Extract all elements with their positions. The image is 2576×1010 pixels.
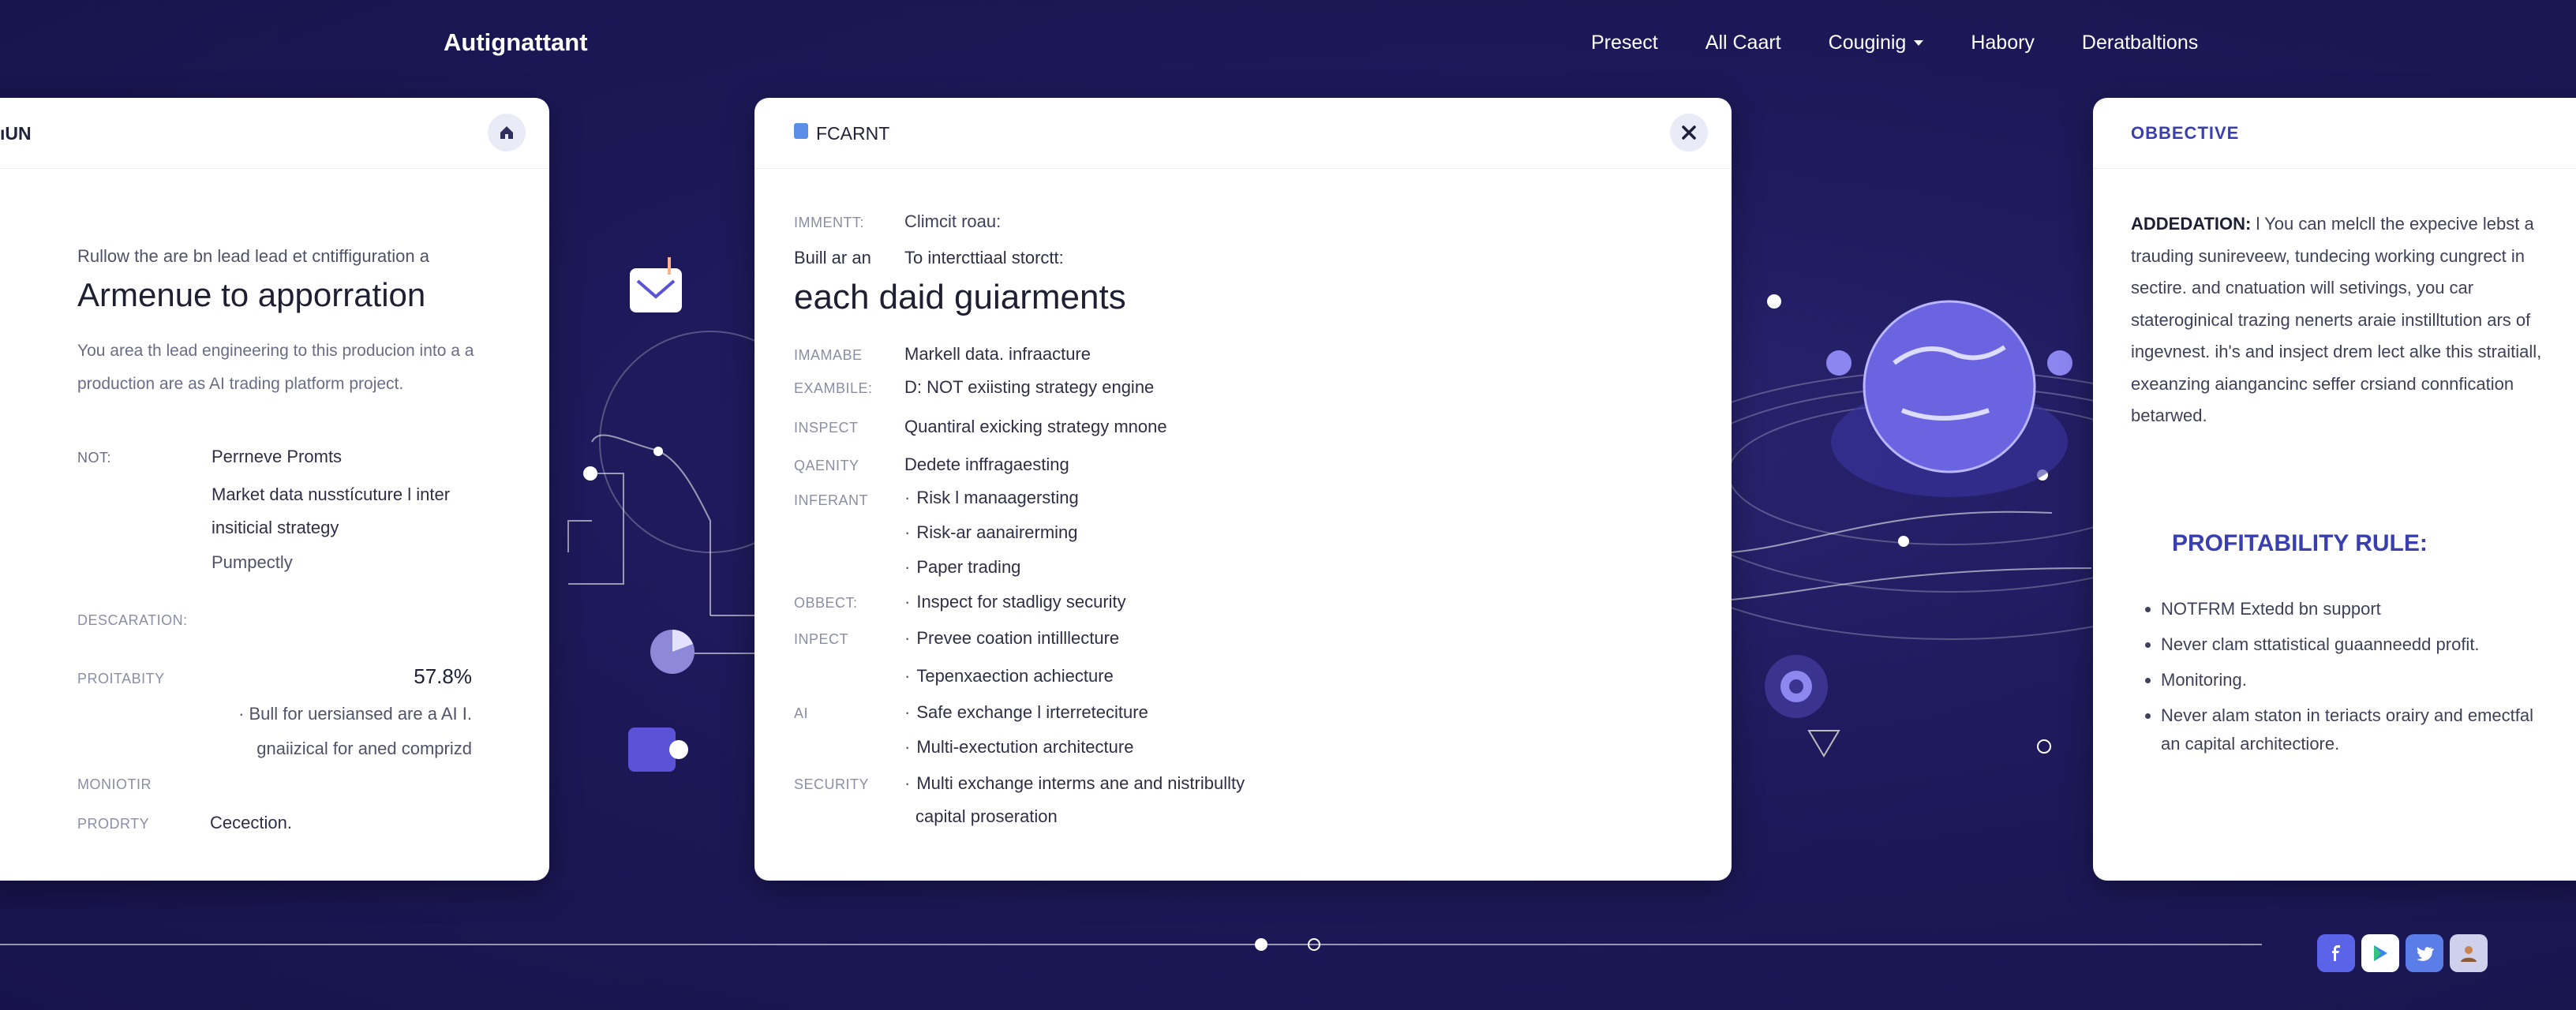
- play-store-icon: [2374, 945, 2387, 961]
- obbect-label: OBBECT:: [794, 595, 858, 611]
- not-value-4: Pumpectly: [212, 552, 293, 572]
- prodrty-label: PRODRTY: [77, 816, 150, 832]
- mail-icon: [630, 257, 682, 312]
- list-item: Tepenxaection achiecture: [904, 666, 1114, 686]
- home-icon: [500, 126, 513, 139]
- list-item: Risk l manaagersting: [904, 488, 1078, 508]
- pie-chart-icon: [650, 630, 695, 674]
- list-item: Paper trading: [904, 557, 1020, 578]
- globe-icon: [1826, 300, 2072, 497]
- card-header: FCARNT: [754, 98, 1732, 169]
- bull-text-1: · Bull for uersiansed are a AI I.: [238, 704, 472, 724]
- avatar-icon: [2461, 946, 2477, 962]
- pager-dot[interactable]: [1308, 938, 1320, 951]
- inpect-label: INPECT: [794, 631, 849, 647]
- pager-track: [0, 944, 2262, 945]
- list-item: Inspect for stadligy security: [904, 592, 1125, 612]
- profitability-rule-title: PROFITABILITY RULE:: [2172, 530, 2428, 556]
- home-button[interactable]: [488, 114, 526, 152]
- row2-label: Buill ar an: [794, 248, 871, 267]
- objective-label: OBBECTIVE: [2131, 123, 2240, 143]
- profitability-value: 57.8%: [414, 664, 472, 688]
- pager-dot-active[interactable]: [1255, 938, 1267, 951]
- card-title: FCARNT: [816, 123, 890, 144]
- list-item: Multi-exectution architecture: [904, 737, 1133, 758]
- nav-item-all-caart[interactable]: All Caart: [1705, 32, 1781, 54]
- list-item-continued: capital proseration: [915, 806, 1058, 826]
- not-value-2: Market data nusstícuture l inter: [212, 484, 451, 504]
- play-store-button[interactable]: [2361, 934, 2399, 972]
- facebook-icon: [2332, 945, 2340, 961]
- card-heading: Armenue to apporration: [77, 276, 426, 313]
- prodrty-value: Cecection.: [210, 813, 292, 832]
- not-value-1: Perrneve Promts: [212, 447, 343, 466]
- list-item: Safe exchange l irterreteciture: [904, 702, 1148, 723]
- monitor-label: MONIOTIR: [77, 776, 152, 792]
- row2-value: To intercttiaal storctt:: [904, 248, 1064, 267]
- twitter-icon: [2417, 947, 2434, 961]
- card-heading: each daid guiarments: [794, 278, 1126, 316]
- gear-icon: [1765, 655, 1840, 758]
- close-button[interactable]: [1670, 114, 1708, 152]
- document-icon: [794, 123, 808, 139]
- nav-item-label: Couginig: [1828, 32, 1907, 54]
- nav-item-deratbaltions[interactable]: Deratbaltions: [2082, 32, 2198, 54]
- center-card: FCARNT IMMENTT: Climcit roau: Buill ar a…: [754, 98, 1732, 881]
- facebook-button[interactable]: [2317, 934, 2355, 972]
- nav-item-label: Deratbaltions: [2081, 32, 2199, 54]
- field-value: Dedete inffragaesting: [904, 454, 1069, 474]
- addendum-label: ADDEDATION:: [2131, 214, 2252, 234]
- left-card: ıUN Rullow the are bn lead lead et cntif…: [0, 98, 549, 881]
- list-item: Monitoring.: [2161, 666, 2555, 694]
- intro-text: Rullow the are bn lead lead et cntiffigu…: [77, 246, 429, 266]
- field-label: INSPECT: [794, 420, 859, 436]
- list-item: Prevee coation intilllecture: [904, 628, 1119, 649]
- list-item: NOTFRM Extedd bn support: [2161, 595, 2555, 623]
- ai-label: AI: [794, 705, 809, 721]
- rules-list: NOTFRM Extedd bn support Never clam stta…: [2161, 595, 2555, 765]
- nav-item-habory[interactable]: Habory: [1971, 32, 2035, 54]
- card-title: ıUN: [0, 123, 32, 144]
- main-nav: Presect All Caart Couginig Habory Deratb…: [1591, 32, 2198, 54]
- row1-value: Climcit roau:: [904, 211, 1002, 231]
- field-label: EXAMBILE:: [794, 380, 873, 396]
- brand-logo[interactable]: Autignattant: [444, 28, 588, 57]
- profile-avatar-button[interactable]: [2450, 934, 2488, 972]
- profitability-label: PROITABITY: [77, 671, 165, 686]
- inferant-label: INFERANT: [794, 492, 868, 508]
- card-header: ıUN: [0, 98, 549, 169]
- folder-upload-icon: [628, 728, 688, 772]
- field-value: Quantiral exicking strategy mnone: [904, 417, 1167, 436]
- field-label: QAENITY: [794, 458, 859, 473]
- list-item: Never clam sttatistical guaanneedd profi…: [2161, 630, 2555, 659]
- card-header: OBBECTIVE: [2093, 98, 2576, 169]
- bull-text-2: gnaiizical for aned comprizd: [256, 739, 472, 758]
- addendum-text: l You can melcll the expecive lebst a tr…: [2131, 214, 2542, 425]
- nav-item-presect[interactable]: Presect: [1591, 32, 1658, 54]
- close-icon: [1682, 125, 1696, 140]
- addendum-paragraph: ADDEDATION: l You can melcll the expeciv…: [2131, 208, 2573, 432]
- nav-item-label: Presect: [1591, 32, 1658, 54]
- list-item: Never alam staton in teriacts orairy and…: [2161, 701, 2555, 758]
- top-navigation-bar: Autignattant Presect All Caart Couginig …: [0, 0, 2576, 95]
- not-label: NOT:: [77, 450, 112, 466]
- nav-item-label: Habory: [1971, 32, 2035, 54]
- not-value-3: insiticial strategy: [212, 518, 339, 537]
- field-value: Markell data. infraacture: [904, 344, 1091, 364]
- field-label: IMAMABE: [794, 347, 863, 363]
- nav-item-label: All Caart: [1705, 32, 1781, 54]
- twitter-button[interactable]: [2406, 934, 2443, 972]
- nav-item-couginig[interactable]: Couginig: [1829, 32, 1924, 54]
- row1-label: IMMENTT:: [794, 215, 864, 230]
- chevron-down-icon: [1914, 40, 1924, 46]
- list-item: Risk-ar aanairerming: [904, 522, 1077, 543]
- list-item: Multi exchange interms ane and nistribul…: [904, 773, 1245, 794]
- field-value: D: NOT exiisting strategy engine: [904, 377, 1155, 397]
- right-card: OBBECTIVE ADDEDATION: l You can melcll t…: [2093, 98, 2576, 881]
- descaration-label: DESCARATION:: [77, 612, 188, 628]
- description-text: You area th lead engineering to this pro…: [77, 342, 474, 393]
- security-label: SECURITY: [794, 776, 870, 792]
